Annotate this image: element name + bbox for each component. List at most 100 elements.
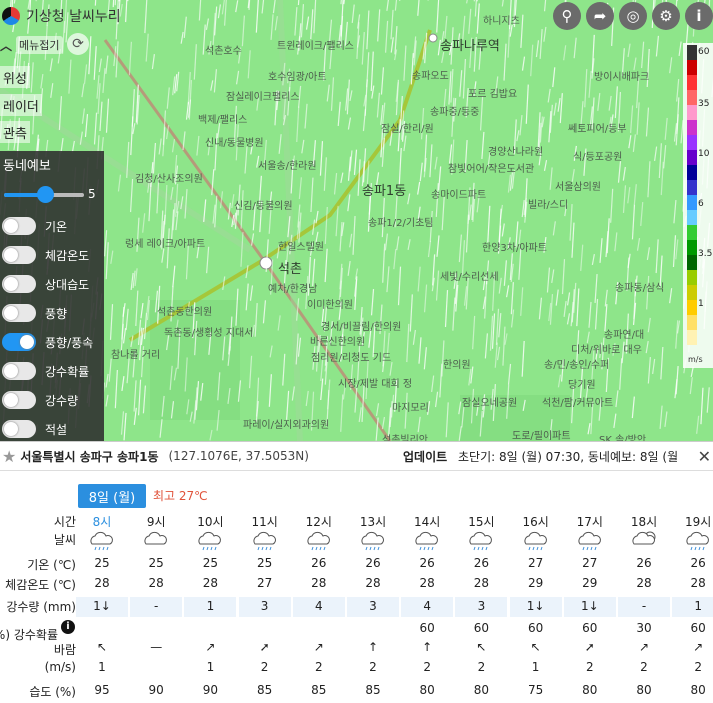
row-label-time: 시간 — [53, 515, 76, 529]
layer-toggle[interactable]: 상대습도 — [0, 272, 104, 296]
legend-color-bar — [687, 45, 697, 345]
rain-cloud-icon — [671, 529, 713, 551]
toggle-switch[interactable] — [2, 275, 36, 293]
layer-toggle[interactable]: 풍향/풍속 — [0, 330, 104, 354]
humid-value: 85 — [311, 683, 327, 697]
layer-toggle[interactable]: 강수확률 — [0, 359, 104, 383]
humid-value: 90 — [148, 683, 164, 697]
row-label-humid: 습도 (%) — [29, 685, 76, 699]
max-temp: 최고 27℃ — [153, 489, 208, 503]
feel-value: 27 — [256, 576, 273, 590]
satellite-button[interactable]: 위성 — [0, 66, 30, 88]
layer-toggle[interactable]: 기온 — [0, 214, 104, 238]
map-label: 석천/팜/커뮤아트 — [542, 398, 614, 409]
map-label: 송파나루역 — [440, 39, 500, 54]
row-label-feel: 체감온도 (℃) — [5, 578, 76, 592]
hour-label: 19시 — [685, 515, 712, 529]
map-label: 서울송/한라원 — [258, 161, 317, 172]
rain-value: 3 — [477, 599, 486, 613]
hour-label: 13시 — [359, 515, 387, 529]
toggle-switch[interactable] — [2, 217, 36, 235]
share-icon[interactable]: ➦ — [586, 2, 614, 30]
map-label: 잠실/한리/원 — [381, 124, 434, 135]
slider-knob[interactable] — [37, 186, 54, 203]
wind-speed: 2 — [477, 660, 486, 674]
map-label: 신김/등불의원 — [234, 201, 293, 212]
legend-swatch — [687, 225, 697, 240]
info-icon[interactable]: i — [61, 620, 75, 634]
toggle-switch[interactable] — [2, 333, 36, 351]
map-label: 한의원 — [443, 360, 471, 371]
weather-map[interactable]: 석촌호수 트윈레이크/팰리스 송파나루역 하니지츠 호수임광/아트 송파오도 잠실레이크팰리… — [0, 0, 713, 441]
map-label: 이미한의원 — [307, 300, 353, 311]
rain-value: 3 — [369, 599, 377, 613]
location-icon[interactable]: ◎ — [619, 2, 647, 30]
toggle-switch[interactable] — [2, 420, 36, 438]
map-label: 백제/팰리스 — [198, 115, 248, 126]
wind-speed: 2 — [314, 660, 323, 674]
legend-swatch — [687, 165, 697, 180]
chevron-up-icon: ︿ — [0, 38, 13, 53]
rain-value: - — [641, 599, 647, 613]
menu-fold-button[interactable]: ︿ 메뉴접기 — [0, 35, 63, 55]
row-label-rain: 강수량 (mm) — [6, 600, 76, 614]
refresh-button[interactable]: ⟳ — [67, 33, 89, 55]
map-label: 독촌동/생횡성 지대서 — [164, 328, 254, 339]
map-label: SK 솔/방안 — [599, 435, 647, 441]
hour-label: 17시 — [576, 515, 603, 529]
layer-toggle[interactable]: 적설 — [0, 417, 104, 441]
info-icon[interactable]: i — [685, 2, 713, 30]
toggle-switch[interactable] — [2, 304, 36, 322]
feel-value: 29 — [527, 576, 544, 590]
map-toolbar: ⚲ ➦ ◎ ⚙ i — [553, 2, 713, 30]
map-label: 예차/한경남 — [268, 284, 318, 295]
refresh-icon: ⟳ — [72, 36, 84, 52]
wind-direction: — — [150, 640, 163, 654]
temp-value: 26 — [365, 556, 381, 570]
prob-value: 60 — [690, 621, 706, 635]
temp-value: 26 — [690, 556, 706, 570]
map-label: 송파연/대 — [604, 330, 645, 341]
search-icon[interactable]: ⚲ — [553, 2, 581, 30]
temp-value: 25 — [202, 556, 219, 570]
location-name: 서울특별시 송파구 송파1동 — [20, 449, 159, 464]
map-label: 송파중/등중 — [430, 107, 480, 118]
wind-direction: ➚ — [259, 640, 270, 654]
gear-icon[interactable]: ⚙ — [652, 2, 680, 30]
toggle-switch[interactable] — [2, 246, 36, 264]
radar-button[interactable]: 레이더 — [0, 94, 42, 116]
legend-swatch — [687, 315, 697, 330]
row-label-temp: 기온 (℃) — [27, 558, 76, 572]
wind-direction: ↑ — [422, 640, 433, 654]
layer-toggle[interactable]: 풍향 — [0, 301, 104, 325]
wind-direction: ↖ — [96, 640, 108, 654]
toggle-switch[interactable] — [2, 362, 36, 380]
temp-value: 25 — [94, 556, 110, 570]
layer-toggle[interactable]: 강수량 — [0, 388, 104, 412]
date-tab[interactable]: 8일 (월) — [78, 484, 146, 508]
legend-swatch — [687, 300, 697, 315]
observation-button[interactable]: 관측 — [0, 121, 30, 143]
close-icon[interactable]: ✕ — [698, 447, 711, 466]
toggle-label: 체감온도 — [45, 248, 90, 263]
opacity-slider[interactable] — [4, 186, 84, 203]
legend-swatch — [687, 180, 697, 195]
legend-tick: 6 — [698, 199, 704, 209]
toggle-switch[interactable] — [2, 391, 36, 409]
toggle-label: 풍향/풍속 — [45, 335, 94, 350]
map-label: 세빛/수리선세 — [440, 272, 499, 283]
hour-label: 15시 — [468, 515, 495, 529]
map-label: 식/등포공원 — [573, 152, 623, 163]
app-logo[interactable]: 기상청 날씨누리 — [2, 6, 121, 26]
star-icon[interactable]: ★ — [2, 447, 16, 466]
map-label: 잠실레이크팰리스 — [226, 92, 300, 103]
legend-swatch — [687, 60, 697, 75]
layer-toggle[interactable]: 체감온도 — [0, 243, 104, 267]
map-label: 렁세 레이크/아파트 — [125, 239, 206, 250]
map-label: 서울삼의원 — [555, 182, 601, 193]
legend-tick: 3.5 — [698, 249, 713, 259]
rain-cloud-icon — [238, 529, 292, 551]
feel-value: 29 — [582, 576, 598, 590]
rain-value: 1 — [694, 599, 702, 613]
wind-speed: 2 — [423, 660, 431, 674]
